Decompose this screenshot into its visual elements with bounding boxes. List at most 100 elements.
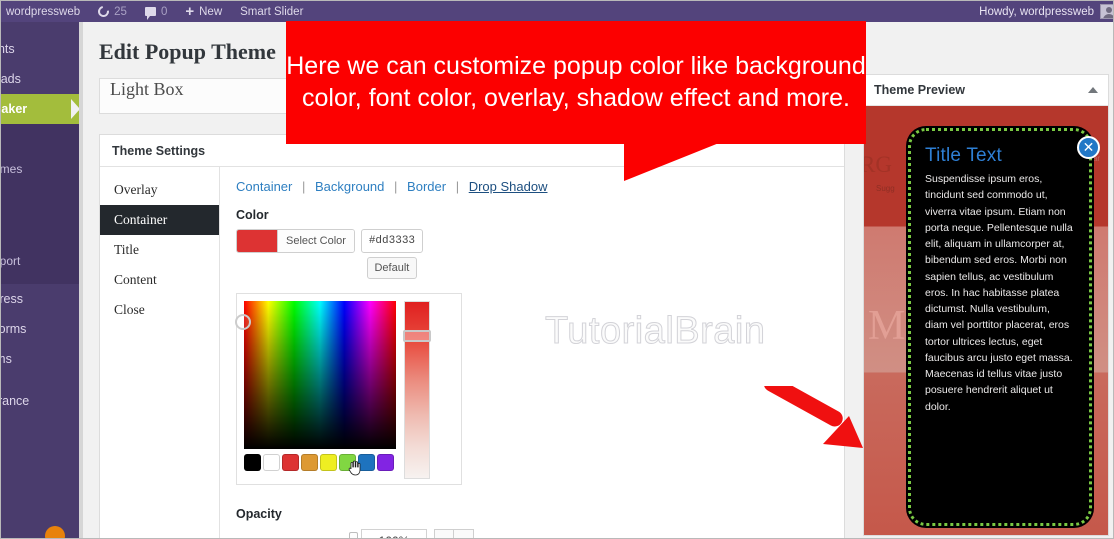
swatch-orange[interactable]: [301, 454, 318, 471]
swatch-white[interactable]: [263, 454, 280, 471]
sidebar-item-label: ents: [1, 42, 15, 56]
sidebar-subitem-label: emes: [1, 162, 23, 176]
tab-container[interactable]: Container: [100, 205, 219, 235]
settings-tab-list[interactable]: Overlay Container Title Content Close: [100, 167, 220, 538]
opacity-row: 100% - +: [236, 529, 828, 538]
admin-bar-right-group[interactable]: Howdy, wordpressweb: [979, 4, 1113, 19]
theme-preview-stage: RG Sugg Sear Me Title Text Suspendisse i…: [864, 106, 1108, 535]
saturation-handle[interactable]: [235, 314, 251, 330]
new-label: New: [199, 5, 223, 18]
opacity-value-input[interactable]: 100%: [361, 529, 427, 538]
opacity-decrement-button[interactable]: -: [434, 529, 454, 538]
sidebar-notification-dot-icon: [45, 526, 65, 538]
admin-sidebar-menu[interactable]: ents loads Maker p emes s pport: [1, 22, 79, 538]
swatch-black[interactable]: [244, 454, 261, 471]
admin-bar-new[interactable]: + New: [176, 1, 231, 22]
avatar: [1100, 4, 1113, 19]
hand-pointer-cursor-icon: [348, 460, 361, 476]
opacity-slider-handle[interactable]: [349, 532, 358, 538]
annotation-callout-text: Here we can customize popup color like b…: [286, 52, 866, 112]
admin-bar-comments[interactable]: 0: [136, 1, 176, 22]
sidebar-subitem-themes[interactable]: emes: [1, 158, 79, 180]
subtab-nav[interactable]: Container | Background | Border | Drop S…: [236, 179, 828, 194]
tab-close[interactable]: Close: [100, 295, 219, 325]
sidebar-item-popup-maker[interactable]: Maker: [1, 94, 79, 124]
tutorialbrain-watermark: TutorialBrain: [545, 310, 766, 353]
color-picker-right: [403, 301, 431, 479]
sidebar-item-label: Forms: [1, 322, 27, 336]
hex-and-default-stack: #dd3333 Default: [360, 229, 423, 279]
color-picker-left: [235, 301, 396, 477]
sidebar-item-downloads[interactable]: loads: [1, 64, 79, 94]
color-picker-popover[interactable]: [235, 293, 462, 485]
select-color-label: Select Color: [277, 230, 354, 252]
subtab-background[interactable]: Background: [315, 179, 384, 194]
tab-content[interactable]: Content: [100, 265, 219, 295]
comment-icon: [144, 7, 156, 20]
hue-slider-handle[interactable]: [403, 330, 431, 342]
close-icon[interactable]: ✕: [1077, 136, 1100, 159]
annotation-callout: Here we can customize popup color like b…: [286, 21, 866, 144]
opacity-increment-button[interactable]: +: [454, 529, 474, 538]
theme-preview-header[interactable]: Theme Preview: [864, 75, 1108, 106]
opacity-stepper[interactable]: - +: [434, 529, 474, 538]
sidebar-subitem-popups[interactable]: p: [1, 136, 79, 158]
swatch-red[interactable]: [282, 454, 299, 471]
metabox-body: Overlay Container Title Content Close Co…: [100, 167, 844, 538]
tab-overlay[interactable]: Overlay: [100, 175, 219, 205]
site-name-label: wordpressweb: [6, 5, 81, 18]
saturation-brightness-area[interactable]: [235, 301, 396, 449]
color-swatch-row[interactable]: [244, 454, 396, 476]
subtab-separator: |: [455, 179, 460, 194]
subtab-container[interactable]: Container: [236, 179, 292, 194]
smart-slider-label: Smart Slider: [240, 5, 304, 18]
tab-label: Container: [114, 212, 168, 227]
sidebar-item-wppress[interactable]: Press: [1, 284, 79, 314]
comments-count: 0: [160, 5, 168, 18]
sidebar-item-comments[interactable]: ents: [1, 34, 79, 64]
default-color-button[interactable]: Default: [366, 257, 417, 279]
color-hex-input[interactable]: #dd3333: [360, 229, 423, 253]
popup-body-text: Suspendisse ipsum eros, tincidunt sed co…: [925, 173, 1073, 413]
subtab-drop-shadow[interactable]: Drop Shadow: [469, 179, 548, 194]
tab-label: Overlay: [114, 182, 158, 197]
caret-up-icon[interactable]: [1088, 87, 1098, 93]
sidebar-subitem-settings[interactable]: s: [1, 180, 79, 202]
sidebar-item-label: rms: [1, 352, 12, 366]
opacity-label: Opacity: [236, 507, 282, 521]
popup-preview: Title Text Suspendisse ipsum eros, tinci…: [908, 128, 1092, 526]
swatch-yellow[interactable]: [320, 454, 337, 471]
sidebar-item-appearance[interactable]: arance: [1, 386, 79, 416]
sidebar-item-label: Press: [1, 292, 23, 306]
red-arrow-icon: [763, 386, 863, 448]
theme-preview-title: Theme Preview: [874, 83, 966, 97]
sidebar-spacer-top: [1, 22, 79, 34]
admin-bar-site-name[interactable]: wordpressweb: [1, 1, 89, 22]
sidebar-item-forms-2[interactable]: rms: [1, 344, 79, 374]
swatch-purple[interactable]: [377, 454, 394, 471]
sidebar-subitem-support[interactable]: pport: [1, 250, 79, 272]
sidebar-item-forms[interactable]: Forms: [1, 314, 79, 344]
subtab-separator: |: [302, 179, 306, 194]
hue-slider[interactable]: [403, 301, 431, 479]
tab-title[interactable]: Title: [100, 235, 219, 265]
admin-bar-smart-slider[interactable]: Smart Slider: [231, 1, 312, 22]
subtab-border[interactable]: Border: [407, 179, 446, 194]
sidebar-item-label: loads: [1, 72, 21, 86]
subtab-separator: |: [394, 179, 398, 194]
sidebar-submenu-popup-maker: p emes s pport: [1, 124, 79, 284]
screenshot-root: wordpressweb 25 0 + New Smart Slider How…: [0, 0, 1114, 539]
admin-bar-updates[interactable]: 25: [89, 1, 136, 22]
theme-preview-column: Theme Preview RG Sugg Sear Me Title Text…: [857, 22, 1113, 538]
preview-bg-text-rg: RG: [864, 152, 892, 177]
select-color-button[interactable]: Select Color: [236, 229, 355, 253]
howdy-label: Howdy, wordpressweb: [979, 5, 1094, 18]
callout-tail: [624, 143, 719, 181]
tab-label: Close: [114, 302, 145, 317]
